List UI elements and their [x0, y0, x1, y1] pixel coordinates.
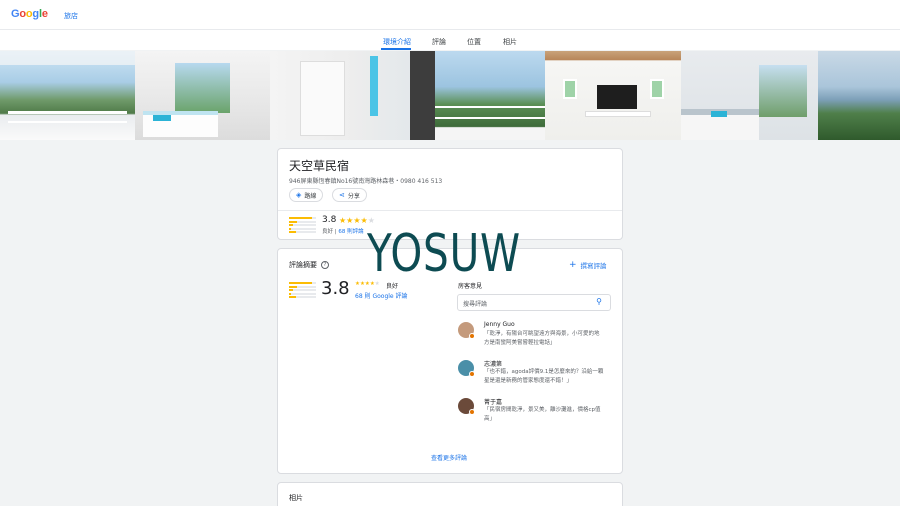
logo-letter: e — [41, 8, 48, 20]
google-reviews-link[interactable]: 68 則 Google 評論 — [355, 291, 408, 300]
photo-bedroom-1[interactable] — [135, 51, 270, 140]
histogram-bar — [289, 231, 316, 233]
reviewer-name[interactable]: 志濃第 — [484, 359, 502, 368]
reviewer-avatar[interactable] — [458, 398, 475, 415]
photo-ocean-view[interactable] — [435, 51, 545, 140]
reviewer-name[interactable]: Jenny Guo — [484, 321, 515, 328]
photo-bathroom[interactable] — [270, 51, 435, 140]
local-guide-badge-icon — [469, 371, 475, 377]
hotel-rating-value: 3.8 — [322, 215, 337, 225]
watermark-text: YOSUW — [367, 224, 521, 284]
rating-word: 良好 — [322, 229, 334, 235]
share-button[interactable]: ⋖ 分享 — [332, 188, 367, 202]
histogram-bar — [289, 220, 316, 223]
top-bar: Google 旅店 — [0, 0, 900, 30]
section-tabs: 環境介紹 評論 位置 相片 — [0, 30, 900, 50]
star-icon: ★ — [353, 216, 361, 225]
review-snippet: 「乾淨，有陽台可眺望遠方與海景，小可愛的地 — [484, 331, 600, 337]
photos-section-card: 相片 — [277, 482, 623, 506]
directions-label: 路線 — [304, 192, 317, 200]
hotel-name: 天空草民宿 — [289, 159, 350, 173]
histogram-bar — [289, 285, 316, 288]
photo-strip — [0, 51, 900, 140]
directions-button[interactable]: ◈ 路線 — [289, 188, 324, 202]
review-snippet: 「民宿房間乾淨，景又美，離沙灘進，價格cp值 — [484, 407, 601, 413]
summary-rating-histogram — [289, 282, 316, 300]
search-icon[interactable]: ⚲ — [596, 297, 602, 306]
reviewer-name[interactable]: 菁于嘉 — [484, 397, 502, 406]
review-snippet: 「也不錯，agoda評價9.1是怎麼來的？沿給一顆 — [484, 369, 604, 375]
local-guide-badge-icon — [469, 333, 475, 339]
histogram-bar — [289, 217, 316, 219]
histogram-bar — [289, 292, 316, 295]
summary-rating-value: 3.8 — [321, 278, 350, 299]
photo-bedroom-2[interactable] — [681, 51, 818, 140]
photo-balcony-view[interactable] — [0, 51, 135, 140]
review-search-input[interactable]: 搜尋評論 ⚲ — [457, 294, 611, 311]
review-snippet: 高」 — [484, 416, 496, 422]
local-guide-badge-icon — [469, 409, 475, 415]
share-label: 分享 — [347, 192, 360, 200]
rating-summary: 良好 | 68 則評論 — [322, 229, 364, 235]
review-count-link[interactable]: 68 則評論 — [338, 229, 363, 235]
histogram-bar — [289, 227, 316, 230]
review-snippet: 星是還是新務的管家態度還不錯！」 — [484, 378, 573, 384]
tab-reviews[interactable]: 評論 — [432, 37, 446, 47]
directions-icon: ◈ — [296, 191, 302, 199]
histogram-bar — [289, 224, 316, 226]
histogram-bar — [289, 296, 316, 298]
search-placeholder: 搜尋評論 — [463, 301, 488, 308]
write-review-label: 撰寫評論 — [580, 262, 607, 270]
reviews-summary-heading: 評論摘要 ? — [289, 260, 329, 270]
hotel-address: 946屏東縣恆春鎮No16號南灣路林森巷・0980 416 513 — [289, 178, 443, 185]
reviews-heading-text: 評論摘要 — [289, 261, 317, 269]
photo-living-room[interactable] — [545, 51, 681, 140]
share-icon: ⋖ — [339, 191, 345, 199]
histogram-bar — [289, 282, 316, 284]
reviewer-avatar[interactable] — [458, 322, 475, 339]
tab-overview[interactable]: 環境介紹 — [383, 37, 411, 47]
write-review-button[interactable]: + 撰寫評論 — [569, 260, 607, 270]
plus-icon: + — [569, 260, 577, 270]
help-icon[interactable]: ? — [321, 261, 329, 269]
logo-letter: G — [11, 8, 20, 20]
review-snippet: 方是南蠻阿美嘗嘗輕拉電話」 — [484, 340, 556, 346]
tab-location[interactable]: 位置 — [467, 37, 481, 47]
photo-coast-view[interactable] — [818, 51, 900, 140]
more-reviews-link[interactable]: 查看更多評論 — [431, 453, 467, 462]
tab-photos[interactable]: 相片 — [503, 37, 517, 47]
active-tab-indicator — [381, 48, 411, 50]
rating-histogram — [289, 217, 316, 235]
nav-hotels-link[interactable]: 旅店 — [64, 11, 78, 21]
photos-heading: 相片 — [289, 494, 303, 502]
reviewer-avatar[interactable] — [458, 360, 475, 377]
card-divider — [278, 210, 622, 211]
histogram-bar — [289, 289, 316, 291]
google-logo[interactable]: Google — [11, 8, 48, 20]
